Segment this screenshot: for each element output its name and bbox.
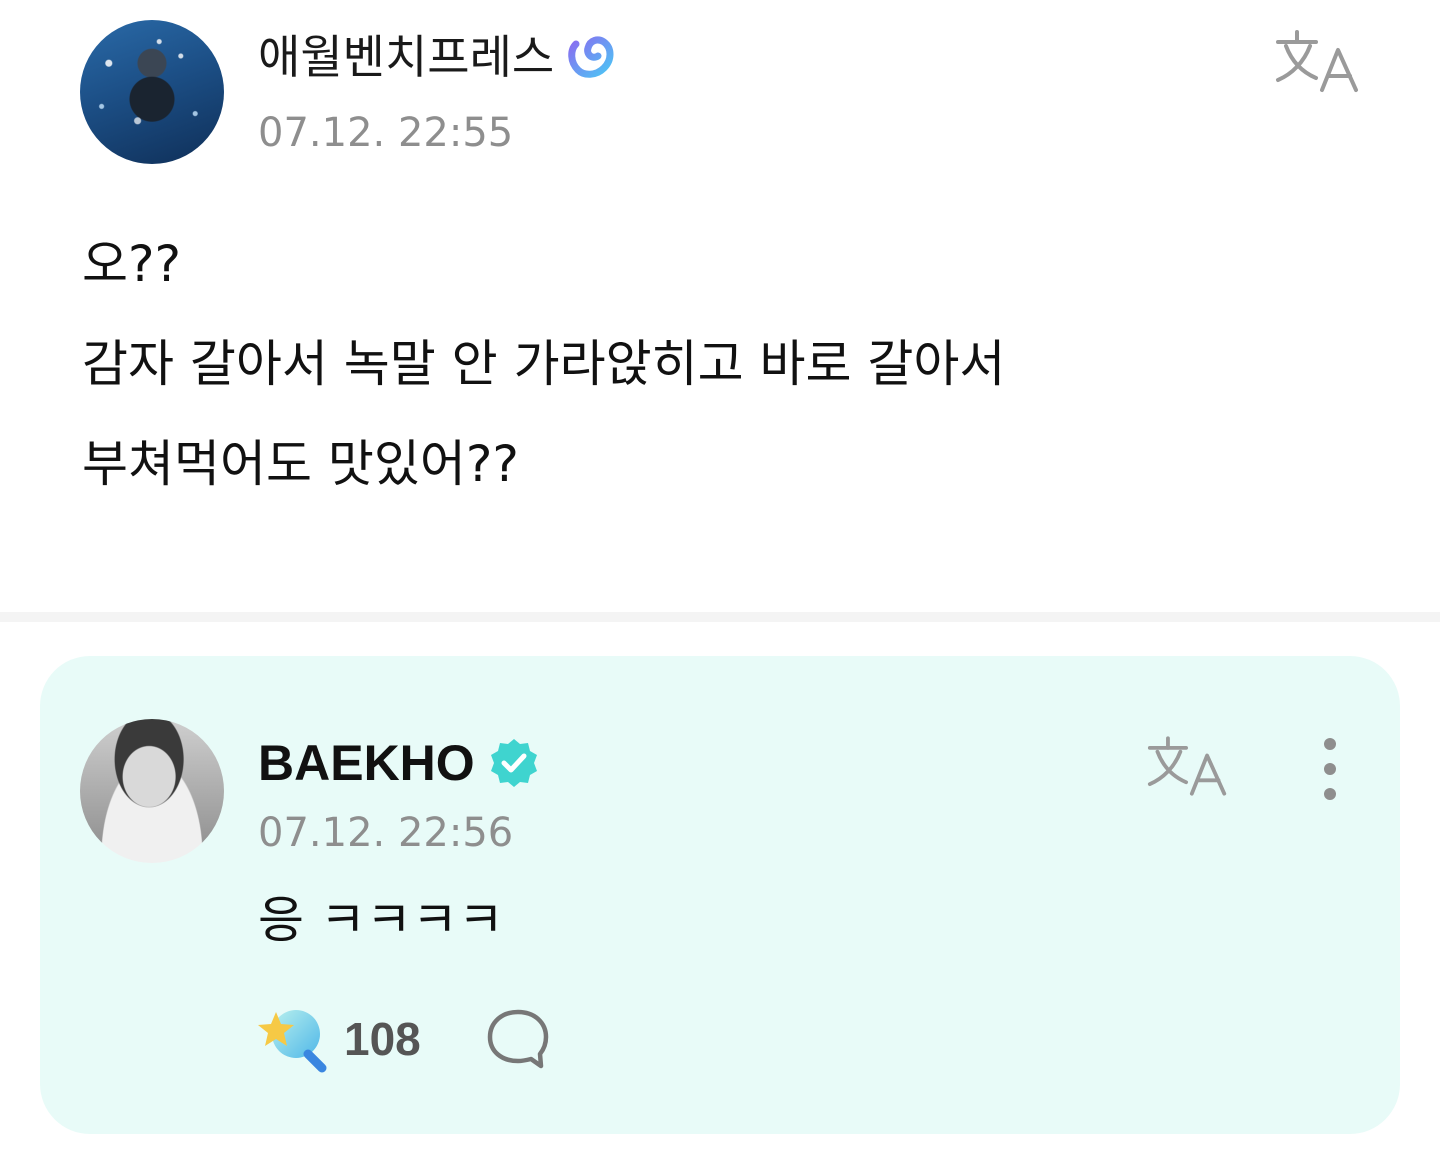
translate-icon[interactable] — [1146, 734, 1230, 798]
artist-author[interactable]: BAEKHO — [258, 734, 541, 792]
post-line: 부쳐먹어도 맛있어?? — [82, 435, 519, 493]
verified-badge-icon — [490, 739, 537, 787]
fan-badge-icon — [568, 36, 614, 78]
post-line: 오?? — [82, 235, 182, 293]
post-body: 오?? 감자 갈아서 녹말 안 가라앉히고 바로 갈아서 부쳐먹어도 맛있어?? — [82, 214, 1372, 514]
light-count: 108 — [344, 1013, 421, 1065]
translate-icon[interactable] — [1274, 28, 1362, 94]
section-divider — [0, 612, 1440, 622]
post-timestamp: 07.12. 22:55 — [258, 110, 514, 156]
more-vertical-icon[interactable] — [1306, 736, 1354, 804]
comment-bubble-icon[interactable] — [485, 1006, 551, 1072]
artist-reply-card — [40, 656, 1400, 1134]
artist-avatar[interactable] — [80, 719, 224, 863]
post-line: 감자 갈아서 녹말 안 가라앉히고 바로 갈아서 — [82, 335, 1006, 393]
fan-avatar[interactable] — [80, 20, 224, 164]
reaction-row: 108 — [258, 1004, 551, 1074]
fan-post: 애월벤치프레스 07.12. 22:55 오?? 감자 갈아서 녹말 안 가라앉… — [0, 0, 1440, 612]
fan-author-name: 애월벤치프레스 — [258, 30, 555, 84]
fan-author[interactable]: 애월벤치프레스 — [258, 28, 618, 86]
reply-text: 응 ㅋㅋㅋㅋ — [258, 891, 504, 949]
artist-author-name: BAEKHO — [258, 735, 475, 791]
reply-timestamp: 07.12. 22:56 — [258, 810, 514, 856]
lightstick-icon[interactable] — [258, 1004, 330, 1074]
